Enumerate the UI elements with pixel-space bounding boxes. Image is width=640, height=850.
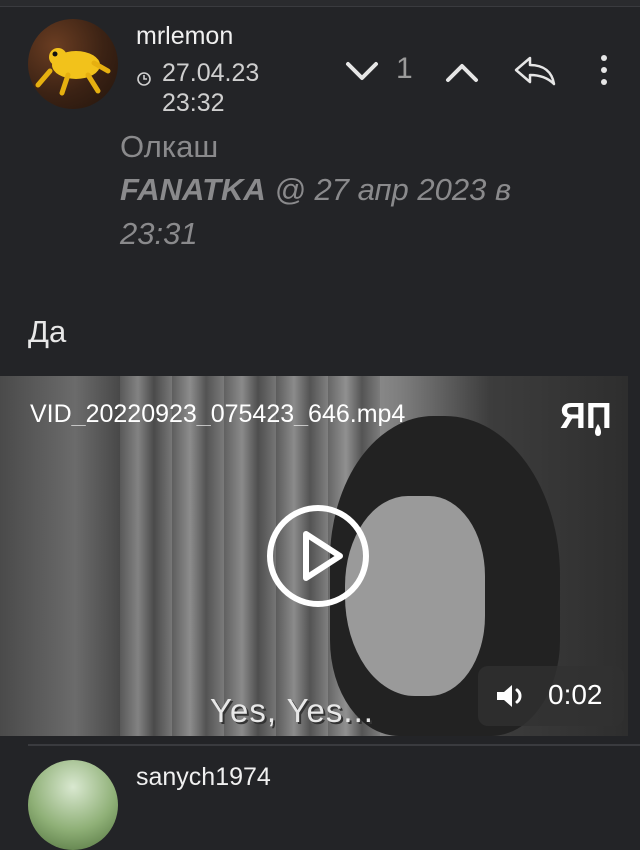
more-vertical-icon[interactable] — [592, 50, 616, 90]
video-file-name: VID_20220923_075423_646.mp4 — [30, 400, 406, 426]
quote-block: Олкаш FANATKA @ 27 апр 2023 в 23:31 — [120, 126, 590, 256]
quote-author[interactable]: FANATKA — [120, 172, 266, 207]
post-date: 27.04.23 23:32 — [162, 59, 260, 116]
video-duration: 0:02 — [548, 679, 603, 710]
video-subtitle: Yes, Yes... — [210, 692, 374, 729]
yap-logo: ЯП — [560, 395, 612, 436]
reply-icon[interactable] — [510, 50, 558, 90]
username[interactable]: sanych1974 — [136, 763, 271, 792]
post-header: mrlemon 27.04.23 23:32 1 — [0, 6, 640, 118]
chevron-up-icon[interactable] — [442, 54, 482, 90]
avatar[interactable] — [28, 760, 118, 850]
yap-logo-text: ЯП — [560, 395, 612, 436]
avatar[interactable] — [28, 19, 118, 109]
quote-source[interactable]: FANATKA @ 27 апр 2023 в 23:31 — [120, 168, 590, 256]
message-text: Да — [28, 314, 67, 349]
player-controls: 0:02 — [478, 666, 624, 726]
video-player[interactable]: VID_20220923_075423_646.mp4 ЯП Yes, Yes.… — [0, 376, 628, 736]
chevron-down-icon[interactable] — [342, 54, 382, 90]
vote-score: 1 — [396, 52, 413, 85]
volume-icon[interactable] — [494, 682, 528, 710]
frog-avatar-image — [35, 48, 111, 96]
quote-title: Олкаш — [120, 129, 219, 164]
play-icon[interactable] — [266, 504, 370, 608]
username[interactable]: mrlemon — [136, 22, 233, 51]
post-divider — [28, 744, 640, 746]
clock-icon — [137, 72, 151, 86]
